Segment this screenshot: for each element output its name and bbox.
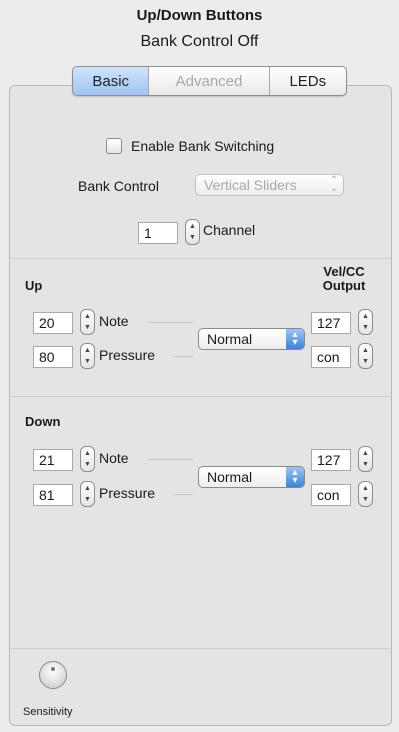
stepper-down-icon: ▼ bbox=[84, 461, 91, 468]
stepper-down-icon: ▼ bbox=[362, 324, 369, 331]
sensitivity-label: Sensitivity bbox=[23, 706, 73, 718]
stepper-up-icon: ▲ bbox=[84, 485, 91, 492]
section-divider bbox=[10, 648, 391, 649]
panel-title: Up/Down Buttons bbox=[136, 7, 263, 24]
stepper-down-icon: ▼ bbox=[84, 358, 91, 365]
up-note-stepper[interactable]: ▲ ▼ bbox=[80, 309, 95, 335]
knob-indicator-icon bbox=[51, 667, 55, 671]
up-note-label: Note bbox=[99, 313, 129, 329]
stepper-down-icon: ▼ bbox=[84, 324, 91, 331]
down-output-field[interactable]: con bbox=[311, 484, 351, 506]
up-note-field[interactable]: 20 bbox=[33, 312, 73, 334]
enable-bank-switching-checkbox[interactable] bbox=[106, 138, 122, 154]
up-mode-value: Normal bbox=[207, 331, 253, 347]
down-pressure-label: Pressure bbox=[99, 485, 156, 501]
stepper-up-icon: ▲ bbox=[189, 223, 196, 230]
stepper-up-icon: ▲ bbox=[362, 485, 369, 492]
stepper-down-icon: ▼ bbox=[362, 496, 369, 503]
popup-arrows-icon: ▴ ▾ bbox=[286, 329, 304, 349]
up-pressure-stepper[interactable]: ▲ ▼ bbox=[80, 343, 95, 369]
stepper-up-icon: ▲ bbox=[362, 347, 369, 354]
stepper-up-icon: ▲ bbox=[362, 450, 369, 457]
up-velocity-stepper[interactable]: ▲ ▼ bbox=[358, 309, 373, 335]
up-output-stepper[interactable]: ▲ ▼ bbox=[358, 343, 373, 369]
stepper-down-icon: ▼ bbox=[362, 461, 369, 468]
up-output-field[interactable]: con bbox=[311, 346, 351, 368]
up-section-label: Up bbox=[25, 278, 43, 293]
sensitivity-knob[interactable] bbox=[39, 661, 67, 689]
up-velocity-field[interactable]: 127 bbox=[311, 312, 351, 334]
up-pressure-label: Pressure bbox=[99, 347, 156, 363]
stepper-up-icon: ▲ bbox=[84, 347, 91, 354]
down-velocity-stepper[interactable]: ▲ ▼ bbox=[358, 446, 373, 472]
stepper-down-icon: ▼ bbox=[362, 358, 369, 365]
down-output-stepper[interactable]: ▲ ▼ bbox=[358, 481, 373, 507]
stepper-up-icon: ▲ bbox=[84, 313, 91, 320]
down-pressure-field[interactable]: 81 bbox=[33, 484, 73, 506]
vel-cc-header-line1: Vel/CC bbox=[323, 264, 365, 279]
connector-line bbox=[173, 494, 193, 495]
connector-line bbox=[148, 322, 193, 323]
up-mode-popup[interactable]: Normal ▴ ▾ bbox=[198, 328, 305, 350]
down-mode-value: Normal bbox=[207, 469, 253, 485]
down-note-label: Note bbox=[99, 450, 129, 466]
popup-arrows-icon: ▴ ▾ bbox=[286, 467, 304, 487]
connector-line bbox=[148, 459, 193, 460]
tab-advanced[interactable]: Advanced bbox=[148, 67, 268, 95]
section-divider bbox=[10, 258, 391, 259]
vel-cc-header-line2: Output bbox=[322, 278, 366, 293]
stepper-down-icon: ▼ bbox=[189, 234, 196, 241]
stepper-down-icon: ▼ bbox=[84, 496, 91, 503]
down-note-stepper[interactable]: ▲ ▼ bbox=[80, 446, 95, 472]
tab-bar: Basic Advanced LEDs bbox=[72, 66, 347, 96]
down-velocity-field[interactable]: 127 bbox=[311, 449, 351, 471]
connector-line bbox=[173, 356, 193, 357]
enable-bank-switching-label: Enable Bank Switching bbox=[131, 138, 275, 154]
channel-label: Channel bbox=[203, 222, 256, 238]
down-note-field[interactable]: 21 bbox=[33, 449, 73, 471]
bank-control-value: Vertical Sliders bbox=[204, 177, 297, 193]
down-pressure-stepper[interactable]: ▲ ▼ bbox=[80, 481, 95, 507]
channel-stepper[interactable]: ▲ ▼ bbox=[185, 219, 200, 245]
bank-control-label: Bank Control bbox=[78, 178, 159, 194]
section-divider bbox=[10, 396, 391, 397]
stepper-up-icon: ▲ bbox=[362, 313, 369, 320]
panel-subtitle: Bank Control Off bbox=[140, 33, 259, 50]
tab-basic[interactable]: Basic bbox=[73, 67, 149, 95]
stepper-up-icon: ▲ bbox=[84, 450, 91, 457]
popup-arrows-icon: ⌃ ⌄ bbox=[329, 175, 339, 194]
down-section-label: Down bbox=[25, 414, 61, 429]
down-mode-popup[interactable]: Normal ▴ ▾ bbox=[198, 466, 305, 488]
tab-leds[interactable]: LEDs bbox=[268, 67, 346, 95]
up-pressure-field[interactable]: 80 bbox=[33, 346, 73, 368]
bank-control-popup[interactable]: Vertical Sliders ⌃ ⌄ bbox=[195, 174, 344, 196]
channel-field[interactable]: 1 bbox=[138, 222, 178, 244]
vel-cc-output-header: Vel/CC Output bbox=[312, 265, 376, 293]
